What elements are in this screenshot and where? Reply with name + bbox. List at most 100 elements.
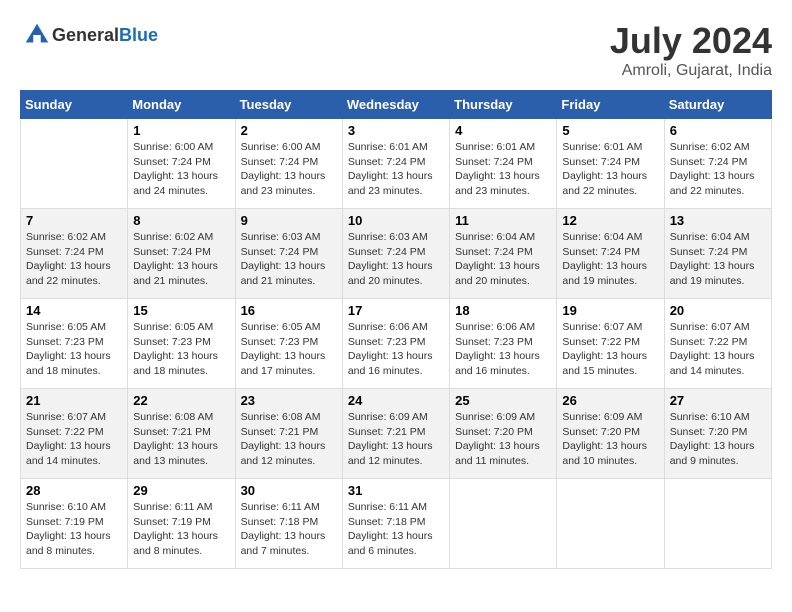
table-row: 5Sunrise: 6:01 AMSunset: 7:24 PMDaylight… [557, 119, 664, 209]
table-row: 28 Sunrise: 6:10 AMSunset: 7:19 PMDayligh… [21, 479, 128, 569]
day-number: 12 [562, 213, 658, 228]
day-info: Sunrise: 6:01 AMSunset: 7:24 PMDaylight:… [348, 140, 444, 199]
table-row: 18 Sunrise: 6:06 AMSunset: 7:23 PMDayligh… [450, 299, 557, 389]
day-number: 24 [348, 393, 444, 408]
table-row: 2 Sunrise: 6:00 AMSunset: 7:24 PMDaylight… [235, 119, 342, 209]
day-number: 4 [455, 123, 551, 138]
logo-icon [22, 20, 52, 50]
subtitle: Amroli, Gujarat, India [610, 62, 772, 80]
day-number: 28 [26, 483, 122, 498]
day-info: Sunrise: 6:09 AMSunset: 7:20 PMDaylight:… [562, 410, 658, 469]
table-row [450, 479, 557, 569]
day-info: Sunrise: 6:03 AMSunset: 7:24 PMDaylight:… [348, 230, 444, 289]
day-number: 1 [133, 123, 229, 138]
day-number: 10 [348, 213, 444, 228]
logo-text: GeneralBlue [52, 25, 158, 46]
table-row [664, 479, 771, 569]
logo: GeneralBlue [20, 20, 158, 50]
table-row: 4 Sunrise: 6:01 AMSunset: 7:24 PMDaylight… [450, 119, 557, 209]
day-info: Sunrise: 6:01 AMSunset: 7:24 PMDaylight:… [455, 140, 551, 199]
day-number: 31 [348, 483, 444, 498]
day-info: Sunrise: 6:02 AMSunset: 7:24 PMDaylight:… [670, 140, 766, 199]
day-number: 8 [133, 213, 229, 228]
day-number: 29 [133, 483, 229, 498]
header-monday: Monday [128, 91, 235, 119]
table-row: 23Sunrise: 6:08 AMSunset: 7:21 PMDayligh… [235, 389, 342, 479]
day-info: Sunrise: 6:05 AMSunset: 7:23 PMDaylight:… [26, 320, 122, 379]
calendar-header-row: Sunday Monday Tuesday Wednesday Thursday… [21, 91, 772, 119]
day-info: Sunrise: 6:05 AMSunset: 7:23 PMDaylight:… [241, 320, 337, 379]
table-row: 6 Sunrise: 6:02 AMSunset: 7:24 PMDaylight… [664, 119, 771, 209]
header-wednesday: Wednesday [342, 91, 449, 119]
day-number: 6 [670, 123, 766, 138]
header-sunday: Sunday [21, 91, 128, 119]
table-row: 16 Sunrise: 6:05 AMSunset: 7:23 PMDayligh… [235, 299, 342, 389]
title-section: July 2024 Amroli, Gujarat, India [610, 20, 772, 80]
table-row: 27 Sunrise: 6:10 AMSunset: 7:20 PMDayligh… [664, 389, 771, 479]
day-number: 3 [348, 123, 444, 138]
day-info: Sunrise: 6:08 AMSunset: 7:21 PMDaylight:… [241, 410, 337, 469]
day-info: Sunrise: 6:00 AMSunset: 7:24 PMDaylight:… [241, 140, 337, 199]
table-row: 30 Sunrise: 6:11 AMSunset: 7:18 PMDayligh… [235, 479, 342, 569]
day-info: Sunrise: 6:02 AMSunset: 7:24 PMDaylight:… [26, 230, 122, 289]
day-info: Sunrise: 6:07 AMSunset: 7:22 PMDaylight:… [562, 320, 658, 379]
day-number: 14 [26, 303, 122, 318]
day-number: 13 [670, 213, 766, 228]
day-number: 2 [241, 123, 337, 138]
table-row [557, 479, 664, 569]
day-number: 17 [348, 303, 444, 318]
calendar-week-row: 1 Sunrise: 6:00 AMSunset: 7:24 PMDaylight… [21, 119, 772, 209]
table-row: 10 Sunrise: 6:03 AMSunset: 7:24 PMDayligh… [342, 209, 449, 299]
table-row: 12Sunrise: 6:04 AMSunset: 7:24 PMDayligh… [557, 209, 664, 299]
header-saturday: Saturday [664, 91, 771, 119]
calendar-table: Sunday Monday Tuesday Wednesday Thursday… [20, 90, 772, 569]
day-number: 9 [241, 213, 337, 228]
header-friday: Friday [557, 91, 664, 119]
page-header: GeneralBlue July 2024 Amroli, Gujarat, I… [20, 20, 772, 80]
day-number: 30 [241, 483, 337, 498]
day-info: Sunrise: 6:10 AMSunset: 7:20 PMDaylight:… [670, 410, 766, 469]
day-number: 15 [133, 303, 229, 318]
table-row: 24 Sunrise: 6:09 AMSunset: 7:21 PMDayligh… [342, 389, 449, 479]
day-info: Sunrise: 6:11 AMSunset: 7:19 PMDaylight:… [133, 500, 229, 559]
table-row: 13Sunrise: 6:04 AMSunset: 7:24 PMDayligh… [664, 209, 771, 299]
day-info: Sunrise: 6:02 AMSunset: 7:24 PMDaylight:… [133, 230, 229, 289]
day-number: 7 [26, 213, 122, 228]
table-row: 8 Sunrise: 6:02 AMSunset: 7:24 PMDaylight… [128, 209, 235, 299]
calendar-week-row: 14 Sunrise: 6:05 AMSunset: 7:23 PMDayligh… [21, 299, 772, 389]
logo-general: General [52, 25, 119, 45]
table-row: 22Sunrise: 6:08 AMSunset: 7:21 PMDayligh… [128, 389, 235, 479]
day-info: Sunrise: 6:04 AMSunset: 7:24 PMDaylight:… [455, 230, 551, 289]
day-number: 26 [562, 393, 658, 408]
day-info: Sunrise: 6:07 AMSunset: 7:22 PMDaylight:… [670, 320, 766, 379]
table-row: 17 Sunrise: 6:06 AMSunset: 7:23 PMDayligh… [342, 299, 449, 389]
calendar-week-row: 21Sunrise: 6:07 AMSunset: 7:22 PMDayligh… [21, 389, 772, 479]
day-number: 21 [26, 393, 122, 408]
day-info: Sunrise: 6:06 AMSunset: 7:23 PMDaylight:… [348, 320, 444, 379]
day-number: 5 [562, 123, 658, 138]
day-info: Sunrise: 6:10 AMSunset: 7:19 PMDaylight:… [26, 500, 122, 559]
table-row: 19 Sunrise: 6:07 AMSunset: 7:22 PMDayligh… [557, 299, 664, 389]
day-info: Sunrise: 6:11 AMSunset: 7:18 PMDaylight:… [241, 500, 337, 559]
table-row: 7 Sunrise: 6:02 AMSunset: 7:24 PMDaylight… [21, 209, 128, 299]
table-row: 26 Sunrise: 6:09 AMSunset: 7:20 PMDayligh… [557, 389, 664, 479]
day-number: 27 [670, 393, 766, 408]
table-row: 14 Sunrise: 6:05 AMSunset: 7:23 PMDayligh… [21, 299, 128, 389]
table-row: 29 Sunrise: 6:11 AMSunset: 7:19 PMDayligh… [128, 479, 235, 569]
calendar-week-row: 28 Sunrise: 6:10 AMSunset: 7:19 PMDayligh… [21, 479, 772, 569]
day-number: 25 [455, 393, 551, 408]
header-thursday: Thursday [450, 91, 557, 119]
day-number: 19 [562, 303, 658, 318]
day-number: 22 [133, 393, 229, 408]
day-number: 16 [241, 303, 337, 318]
day-info: Sunrise: 6:05 AMSunset: 7:23 PMDaylight:… [133, 320, 229, 379]
day-number: 20 [670, 303, 766, 318]
day-info: Sunrise: 6:06 AMSunset: 7:23 PMDaylight:… [455, 320, 551, 379]
main-title: July 2024 [610, 20, 772, 62]
day-number: 11 [455, 213, 551, 228]
day-number: 18 [455, 303, 551, 318]
day-info: Sunrise: 6:03 AMSunset: 7:24 PMDaylight:… [241, 230, 337, 289]
calendar-week-row: 7 Sunrise: 6:02 AMSunset: 7:24 PMDaylight… [21, 209, 772, 299]
day-info: Sunrise: 6:09 AMSunset: 7:21 PMDaylight:… [348, 410, 444, 469]
table-row: 31Sunrise: 6:11 AMSunset: 7:18 PMDayligh… [342, 479, 449, 569]
